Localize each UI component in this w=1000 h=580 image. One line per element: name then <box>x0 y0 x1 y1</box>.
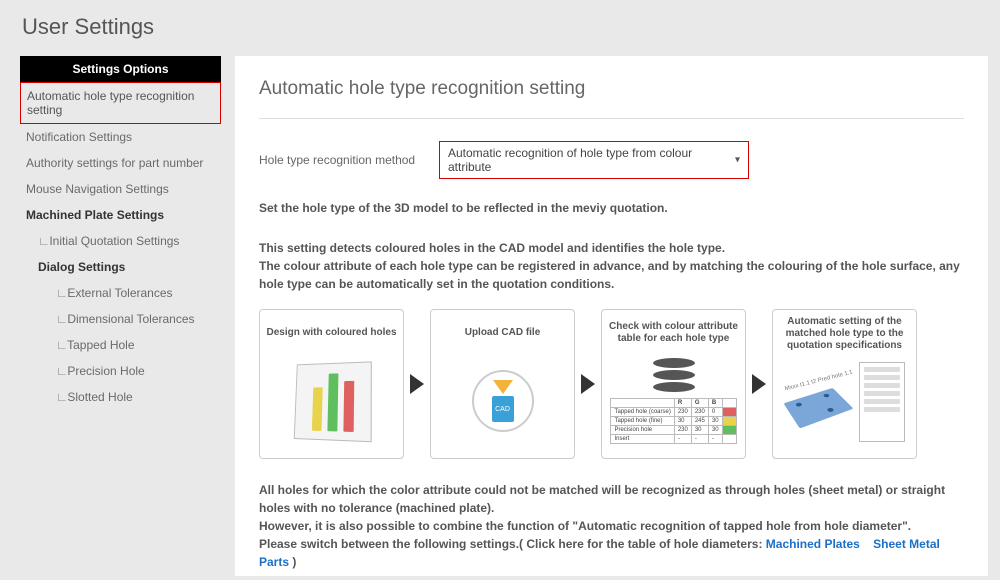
arrow-right-icon <box>581 374 595 394</box>
sidebar-item-2[interactable]: Authority settings for part number <box>20 150 221 176</box>
sidebar-item-label: Precision Hole <box>67 364 144 378</box>
step-2-title: Upload CAD file <box>465 316 541 350</box>
sidebar-item-label: Mouse Navigation Settings <box>26 182 169 196</box>
plate-icon <box>784 388 854 429</box>
page-title: User Settings <box>0 0 1000 56</box>
sidebar-item-11[interactable]: ∟ Slotted Hole <box>20 384 221 410</box>
sidebar-item-label: Tapped Hole <box>67 338 134 352</box>
tree-prefix-icon: ∟ <box>56 364 64 378</box>
explain-text: This setting detects coloured holes in t… <box>259 239 964 293</box>
sidebar-item-label: Automatic hole type recognition setting <box>27 89 194 117</box>
method-select-value: Automatic recognition of hole type from … <box>448 146 692 174</box>
sidebar-item-label: Notification Settings <box>26 130 132 144</box>
sidebar-item-label: Dialog Settings <box>38 260 125 274</box>
dim-label: Mxxx t1.1 t2 Pred hole 1.1 <box>784 370 853 393</box>
step-3: Check with colour attribute table for ea… <box>601 309 746 459</box>
step-4: Automatic setting of the matched hole ty… <box>772 309 917 459</box>
cube-icon <box>293 361 371 442</box>
sidebar-item-1[interactable]: Notification Settings <box>20 124 221 150</box>
method-label: Hole type recognition method <box>259 153 439 167</box>
tree-prefix-icon: ∟ <box>56 286 64 300</box>
sidebar-item-label: Machined Plate Settings <box>26 208 164 222</box>
tree-prefix-icon: ∟ <box>38 234 46 248</box>
sidebar-item-3[interactable]: Mouse Navigation Settings <box>20 176 221 202</box>
sidebar-item-label: Dimensional Tolerances <box>67 312 194 326</box>
upload-icon: CAD <box>472 370 534 432</box>
sidebar-header: Settings Options <box>20 56 221 82</box>
link-machined-plates[interactable]: Machined Plates <box>766 537 860 551</box>
step-1-title: Design with coloured holes <box>266 316 396 350</box>
main-title: Automatic hole type recognition setting <box>259 78 964 100</box>
sidebar-item-label: Slotted Hole <box>67 390 132 404</box>
sidebar: Settings Options Automatic hole type rec… <box>0 56 235 576</box>
method-select[interactable]: Automatic recognition of hole type from … <box>439 141 749 179</box>
divider <box>259 118 964 119</box>
spec-panel-icon <box>859 362 905 442</box>
sidebar-item-label: External Tolerances <box>67 286 172 300</box>
intro-text: Set the hole type of the 3D model to be … <box>259 201 964 215</box>
step-2: Upload CAD file CAD <box>430 309 575 459</box>
step-3-title: Check with colour attribute table for ea… <box>608 316 739 350</box>
sidebar-item-5[interactable]: ∟ Initial Quotation Settings <box>20 228 221 254</box>
sidebar-item-7[interactable]: ∟ External Tolerances <box>20 280 221 306</box>
sidebar-item-10[interactable]: ∟ Precision Hole <box>20 358 221 384</box>
sidebar-item-label: Initial Quotation Settings <box>49 234 179 248</box>
sidebar-item-6[interactable]: Dialog Settings <box>20 254 221 280</box>
sidebar-item-0[interactable]: Automatic hole type recognition setting <box>20 82 221 124</box>
sidebar-item-8[interactable]: ∟ Dimensional Tolerances <box>20 306 221 332</box>
database-icon <box>653 358 695 392</box>
cad-file-icon: CAD <box>492 396 514 422</box>
sidebar-item-9[interactable]: ∟ Tapped Hole <box>20 332 221 358</box>
color-table: RGBTapped hole (coarse)2302300Tapped hol… <box>610 398 736 444</box>
chevron-down-icon: ▾ <box>735 155 740 166</box>
tree-prefix-icon: ∟ <box>56 338 64 352</box>
sidebar-item-4[interactable]: Machined Plate Settings <box>20 202 221 228</box>
tree-prefix-icon: ∟ <box>56 390 64 404</box>
tree-prefix-icon: ∟ <box>56 312 64 326</box>
sidebar-item-label: Authority settings for part number <box>26 156 203 170</box>
step-4-title: Automatic setting of the matched hole ty… <box>779 316 910 352</box>
main-panel: Automatic hole type recognition setting … <box>235 56 988 576</box>
steps-row: Design with coloured holes Upload CAD fi… <box>259 309 964 459</box>
bottom-text: All holes for which the color attribute … <box>259 481 964 571</box>
step-1: Design with coloured holes <box>259 309 404 459</box>
arrow-right-icon <box>752 374 766 394</box>
arrow-right-icon <box>410 374 424 394</box>
